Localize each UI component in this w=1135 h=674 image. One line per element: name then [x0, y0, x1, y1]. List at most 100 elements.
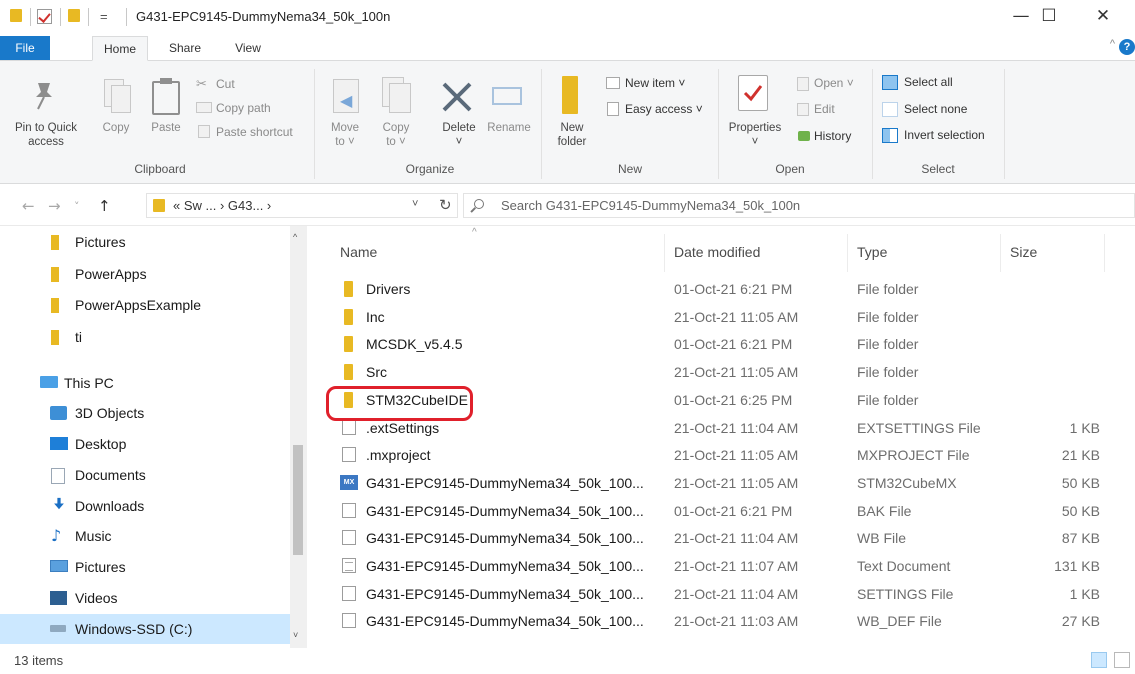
address-bar[interactable]: « Sw ... › G43... › ˅ ↻: [146, 193, 458, 218]
divider: [88, 8, 89, 26]
file-size: 1 KB: [1069, 585, 1100, 602]
copy-button[interactable]: Copy: [98, 121, 134, 135]
nav-item-ti[interactable]: ti: [0, 322, 290, 352]
file-type: File folder: [857, 391, 919, 408]
delete-label: Delete: [442, 122, 476, 134]
nav-item-3d-objects[interactable]: 3D Objects: [0, 398, 290, 428]
copy-path-button[interactable]: Copy path: [216, 99, 271, 117]
file-row[interactable]: G431-EPC9145-DummyNema34_50k_100... 21-Oc…: [312, 552, 1135, 580]
edit-button[interactable]: Edit: [814, 100, 835, 118]
tab-view[interactable]: View: [226, 36, 270, 61]
pin-to-quick-access-button[interactable]: Pin to Quick access: [0, 121, 92, 149]
organize-group-label: Organize: [405, 162, 455, 176]
nav-item-label: Pictures: [75, 559, 126, 575]
file-row[interactable]: Drivers 01-Oct-21 6:21 PM File folder: [312, 275, 1135, 303]
close-button[interactable]: ✕: [1080, 0, 1126, 32]
nav-item-pictures[interactable]: Pictures: [0, 227, 290, 257]
nav-item-this-pc[interactable]: This PC: [0, 368, 290, 398]
file-row[interactable]: MCSDK_v5.4.5 01-Oct-21 6:21 PM File folder: [312, 330, 1135, 358]
breadcrumb[interactable]: « Sw ... › G43... ›: [173, 198, 271, 213]
properties-button[interactable]: Properties ˅: [718, 121, 792, 149]
file-row[interactable]: MX G431-EPC9145-DummyNema34_50k_100... 21-…: [312, 469, 1135, 497]
new-item-button[interactable]: New item ˅: [625, 74, 685, 92]
maximize-button[interactable]: ☐: [1026, 0, 1072, 32]
file-row[interactable]: G431-EPC9145-DummyNema34_50k_100... 21-Oc…: [312, 580, 1135, 608]
search-box[interactable]: [463, 193, 1135, 218]
collapse-ribbon-icon[interactable]: ^: [1110, 38, 1115, 50]
copy-to-label: Copy: [382, 122, 410, 134]
folder-icon: [10, 9, 22, 22]
column-header-name[interactable]: Name: [340, 244, 377, 260]
file-icon: [342, 447, 356, 463]
column-header-type[interactable]: Type: [857, 244, 887, 260]
file-row[interactable]: Src 21-Oct-21 11:05 AM File folder: [312, 358, 1135, 386]
address-dropdown-icon[interactable]: ˅: [412, 198, 418, 210]
nav-item-music[interactable]: ♪ Music: [0, 521, 290, 551]
nav-item-windows-ssd[interactable]: Windows-SSD (C:): [0, 614, 290, 644]
column-header-date-modified[interactable]: Date modified: [674, 244, 760, 260]
delete-button[interactable]: Delete ˅: [434, 121, 484, 149]
copy-to-button[interactable]: Copy to ˅: [376, 121, 416, 149]
file-size: 1 KB: [1069, 419, 1100, 436]
file-row[interactable]: Inc 21-Oct-21 11:05 AM File folder: [312, 303, 1135, 331]
select-all-button[interactable]: Select all: [904, 73, 953, 91]
history-button[interactable]: History: [814, 127, 851, 145]
column-header-size[interactable]: Size: [1010, 244, 1037, 260]
customize-quick-access-icon[interactable]: =: [100, 9, 108, 24]
up-button[interactable]: ↑: [98, 197, 111, 215]
nav-item-powerappsexample[interactable]: PowerAppsExample: [0, 290, 290, 320]
scroll-down-arrow-icon[interactable]: ˅: [293, 630, 298, 640]
select-none-button[interactable]: Select none: [904, 100, 967, 118]
folder-icon: [344, 364, 353, 381]
copy-to-dropdown: to ˅: [386, 136, 406, 148]
folder-icon: [51, 267, 59, 282]
tab-home[interactable]: Home: [92, 36, 148, 61]
tab-file[interactable]: File: [0, 36, 50, 60]
file-icon: [342, 585, 356, 601]
sort-ascending-icon: ^: [472, 227, 477, 238]
nav-item-label: This PC: [64, 375, 114, 391]
tab-share[interactable]: Share: [160, 36, 210, 61]
nav-item-desktop[interactable]: Desktop: [0, 429, 290, 459]
nav-item-videos[interactable]: Videos: [0, 583, 290, 613]
paste-shortcut-button[interactable]: Paste shortcut: [216, 123, 293, 141]
properties-dropdown: ˅: [751, 136, 759, 148]
file-icon: [342, 502, 356, 518]
move-to-button[interactable]: Move to ˅: [325, 121, 365, 149]
new-folder-quick-icon[interactable]: [68, 9, 80, 22]
nav-item-powerapps[interactable]: PowerApps: [0, 259, 290, 289]
cut-button[interactable]: Cut: [216, 75, 235, 93]
file-name: .extSettings: [366, 419, 440, 436]
title-bar: = G431-EPC9145-DummyNema34_50k_100n — ☐ …: [0, 0, 1135, 34]
paste-button[interactable]: Paste: [146, 121, 186, 135]
nav-item-downloads[interactable]: Downloads: [0, 491, 290, 521]
scrollbar-thumb[interactable]: [293, 445, 303, 555]
file-row[interactable]: .mxproject 21-Oct-21 11:05 AM MXPROJECT Fi…: [312, 441, 1135, 469]
refresh-button[interactable]: ↻: [439, 196, 452, 214]
recent-locations-button[interactable]: ˅: [74, 200, 80, 213]
back-button[interactable]: ←: [22, 197, 35, 215]
nav-scrollbar[interactable]: ^ ˅: [290, 226, 307, 648]
scroll-up-arrow-icon[interactable]: ^: [293, 232, 297, 242]
move-to-dropdown: to ˅: [335, 136, 355, 148]
file-row[interactable]: G431-EPC9145-DummyNema34_50k_100... 21-Oc…: [312, 524, 1135, 552]
large-icons-view-icon[interactable]: [1114, 652, 1130, 668]
help-icon[interactable]: ?: [1119, 39, 1135, 55]
file-type: File folder: [857, 364, 919, 381]
easy-access-icon: [607, 102, 619, 116]
file-row[interactable]: G431-EPC9145-DummyNema34_50k_100... 21-Oc…: [312, 607, 1135, 635]
invert-selection-button[interactable]: Invert selection: [904, 126, 985, 144]
details-view-icon[interactable]: [1091, 652, 1107, 668]
search-input[interactable]: [501, 196, 1101, 215]
new-folder-button[interactable]: New folder: [547, 121, 597, 149]
rename-button[interactable]: Rename: [484, 121, 534, 135]
easy-access-button[interactable]: Easy access ˅: [625, 100, 703, 118]
open-button[interactable]: Open ˅: [814, 74, 854, 92]
forward-button[interactable]: →: [48, 197, 61, 215]
music-note-icon: ♪: [51, 526, 62, 545]
nav-item-pictures-library[interactable]: Pictures: [0, 552, 290, 582]
properties-quick-icon[interactable]: [37, 9, 52, 24]
cut-icon: ✂: [196, 77, 207, 92]
file-row[interactable]: G431-EPC9145-DummyNema34_50k_100... 01-Oc…: [312, 497, 1135, 525]
nav-item-documents[interactable]: Documents: [0, 460, 290, 490]
